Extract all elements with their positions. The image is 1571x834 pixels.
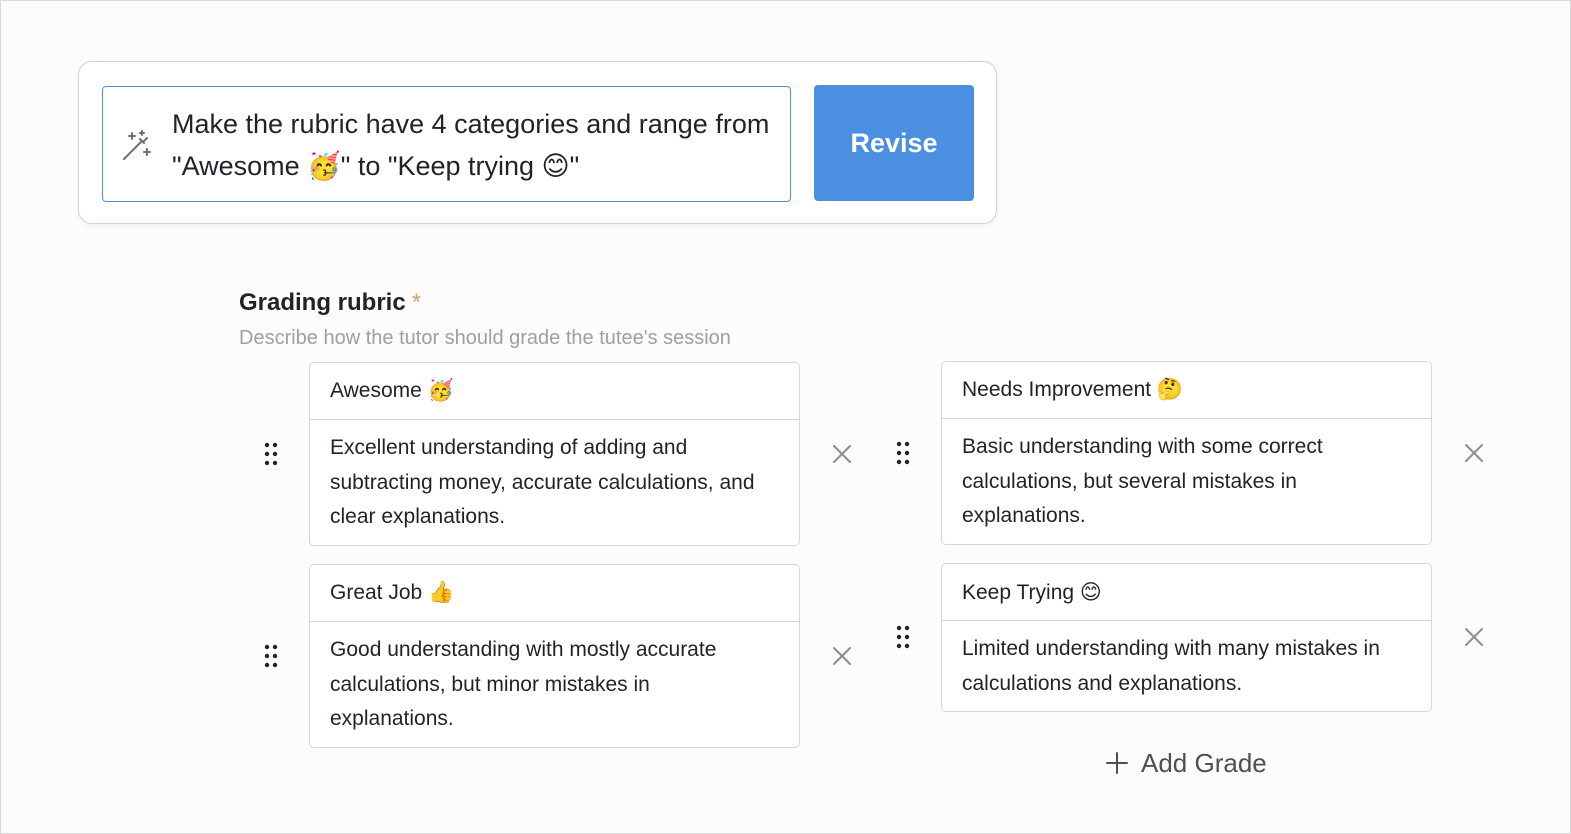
grade-card-keep-trying: Keep Trying 😊 Limited understanding with… xyxy=(941,563,1432,712)
drag-handle-icon[interactable] xyxy=(895,625,911,649)
required-marker: * xyxy=(411,289,422,316)
drag-handle-icon[interactable] xyxy=(263,644,279,668)
revise-prompt-input[interactable]: Make the rubric have 4 categories and ra… xyxy=(102,86,791,202)
grading-rubric-title: Grading rubric * xyxy=(239,289,421,317)
grade-card-awesome: Awesome 🥳 Excellent understanding of add… xyxy=(309,362,800,546)
grading-rubric-description: Describe how the tutor should grade the … xyxy=(239,327,731,349)
grade-name-field[interactable]: Great Job 👍 xyxy=(310,565,799,622)
grade-card-great-job: Great Job 👍 Good understanding with most… xyxy=(309,564,800,748)
add-grade-button[interactable]: Add Grade xyxy=(1105,745,1267,781)
grade-card-needs-improvement: Needs Improvement 🤔 Basic understanding … xyxy=(941,361,1432,545)
drag-handle-icon[interactable] xyxy=(895,441,911,465)
close-icon[interactable] xyxy=(831,645,853,667)
revise-button[interactable]: Revise xyxy=(814,85,974,201)
grade-name-field[interactable]: Awesome 🥳 xyxy=(310,363,799,420)
grade-description-field[interactable]: Basic understanding with some correct ca… xyxy=(942,419,1431,544)
grade-description-field[interactable]: Good understanding with mostly accurate … xyxy=(310,622,799,747)
grade-description-field[interactable]: Limited understanding with many mistakes… xyxy=(942,621,1431,711)
add-grade-label: Add Grade xyxy=(1141,747,1267,778)
close-icon[interactable] xyxy=(1463,442,1485,464)
grade-name-field[interactable]: Needs Improvement 🤔 xyxy=(942,362,1431,419)
grade-name-field[interactable]: Keep Trying 😊 xyxy=(942,564,1431,621)
drag-handle-icon[interactable] xyxy=(263,442,279,466)
plus-icon xyxy=(1106,752,1128,774)
close-icon[interactable] xyxy=(831,443,853,465)
grading-rubric-label: Grading rubric xyxy=(239,289,406,316)
magic-wand-icon xyxy=(123,130,151,160)
revise-prompt-card: Make the rubric have 4 categories and ra… xyxy=(78,61,997,224)
close-icon[interactable] xyxy=(1463,626,1485,648)
revise-prompt-text: Make the rubric have 4 categories and ra… xyxy=(172,109,770,181)
app-frame: Make the rubric have 4 categories and ra… xyxy=(0,0,1571,834)
grade-description-field[interactable]: Excellent understanding of adding and su… xyxy=(310,420,799,545)
